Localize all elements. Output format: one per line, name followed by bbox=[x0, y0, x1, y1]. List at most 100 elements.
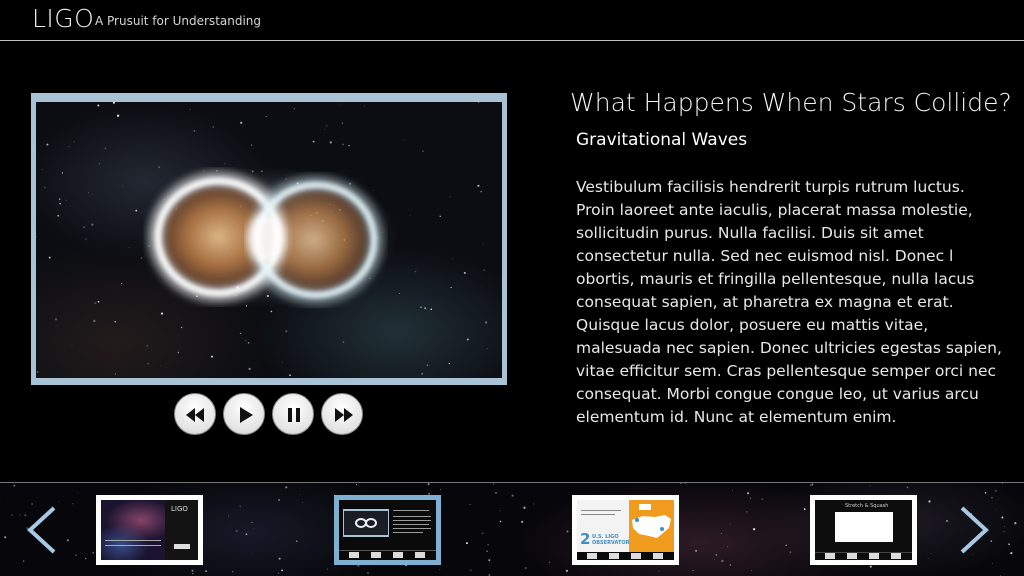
star bbox=[499, 520, 502, 523]
star bbox=[450, 286, 452, 289]
star bbox=[302, 501, 304, 503]
video-frame bbox=[31, 93, 507, 385]
star bbox=[746, 511, 748, 513]
star bbox=[83, 226, 86, 229]
star bbox=[92, 551, 95, 554]
star bbox=[158, 166, 161, 169]
next-slide-button[interactable] bbox=[954, 505, 994, 555]
star bbox=[751, 570, 752, 571]
star bbox=[481, 532, 484, 535]
star bbox=[140, 257, 143, 259]
star bbox=[1001, 516, 1004, 519]
star bbox=[533, 503, 535, 505]
star bbox=[1004, 526, 1006, 527]
video-player[interactable] bbox=[36, 102, 502, 378]
slide-thumbnail-1[interactable]: LIGO bbox=[96, 495, 203, 565]
star bbox=[478, 102, 480, 104]
star bbox=[984, 492, 987, 494]
star bbox=[19, 514, 21, 516]
star bbox=[482, 243, 484, 245]
star bbox=[732, 490, 734, 492]
previous-slide-button[interactable] bbox=[22, 505, 62, 555]
star bbox=[114, 373, 117, 375]
star bbox=[193, 129, 196, 132]
star bbox=[466, 338, 469, 341]
tagline: A Prusuit for Understanding bbox=[95, 14, 262, 28]
star bbox=[484, 321, 488, 324]
star bbox=[245, 339, 247, 342]
star bbox=[749, 497, 751, 499]
star bbox=[61, 172, 64, 174]
star bbox=[341, 122, 344, 124]
fast-forward-button[interactable] bbox=[321, 393, 363, 435]
star bbox=[10, 514, 13, 516]
star bbox=[729, 523, 731, 525]
star bbox=[420, 306, 422, 308]
star bbox=[73, 141, 75, 143]
chevron-left-icon bbox=[27, 506, 56, 554]
star bbox=[46, 143, 49, 146]
star bbox=[57, 214, 60, 217]
slide-thumbnail-2-active[interactable] bbox=[334, 495, 441, 565]
us-map bbox=[629, 500, 674, 552]
thumbnail-image bbox=[339, 500, 436, 560]
star bbox=[729, 564, 731, 566]
star bbox=[44, 186, 46, 189]
section-subtitle: Gravitational Waves bbox=[576, 130, 748, 150]
star bbox=[59, 198, 61, 200]
star bbox=[945, 519, 949, 522]
star bbox=[85, 238, 87, 240]
star bbox=[1008, 543, 1010, 546]
star bbox=[409, 215, 411, 217]
slide-thumbnail-3[interactable]: 2 U.S. LIGO OBSERVATORIES bbox=[572, 495, 679, 565]
star bbox=[357, 564, 360, 567]
star bbox=[211, 355, 213, 358]
star bbox=[205, 570, 207, 572]
star bbox=[58, 501, 60, 503]
star bbox=[4, 536, 7, 539]
star bbox=[250, 144, 253, 146]
pause-button[interactable] bbox=[272, 393, 314, 435]
star bbox=[224, 162, 226, 165]
star bbox=[449, 196, 451, 198]
star bbox=[495, 492, 497, 494]
star bbox=[439, 488, 441, 490]
star bbox=[785, 544, 787, 547]
star bbox=[285, 330, 288, 333]
star bbox=[500, 510, 501, 511]
fast-forward-icon bbox=[335, 408, 353, 422]
star bbox=[245, 533, 248, 536]
star bbox=[348, 144, 350, 147]
star bbox=[278, 498, 281, 502]
star bbox=[172, 377, 174, 378]
playback-controls bbox=[174, 393, 364, 435]
slide-thumbnail-4[interactable]: Stretch & Squash bbox=[810, 495, 917, 565]
play-button[interactable] bbox=[223, 393, 265, 435]
star bbox=[232, 571, 234, 573]
star bbox=[180, 326, 183, 329]
star bbox=[486, 550, 488, 552]
star bbox=[747, 492, 750, 495]
star bbox=[252, 553, 254, 555]
star bbox=[296, 540, 298, 542]
star bbox=[147, 363, 149, 365]
star bbox=[463, 271, 466, 274]
star bbox=[355, 484, 358, 486]
star bbox=[228, 515, 230, 517]
star bbox=[36, 371, 39, 373]
star bbox=[326, 125, 328, 127]
star bbox=[94, 302, 97, 305]
star bbox=[684, 483, 686, 484]
rewind-button[interactable] bbox=[174, 393, 216, 435]
star bbox=[721, 533, 722, 534]
star bbox=[439, 215, 441, 217]
star bbox=[565, 569, 568, 572]
star bbox=[488, 559, 491, 561]
star bbox=[240, 121, 243, 124]
star bbox=[811, 483, 814, 486]
star bbox=[469, 504, 471, 506]
star bbox=[75, 554, 77, 557]
ligo-logo[interactable]: LIGO bbox=[32, 4, 94, 33]
star bbox=[928, 500, 931, 503]
article-body: Vestibulum facilisis hendrerit turpis ru… bbox=[576, 178, 1002, 426]
